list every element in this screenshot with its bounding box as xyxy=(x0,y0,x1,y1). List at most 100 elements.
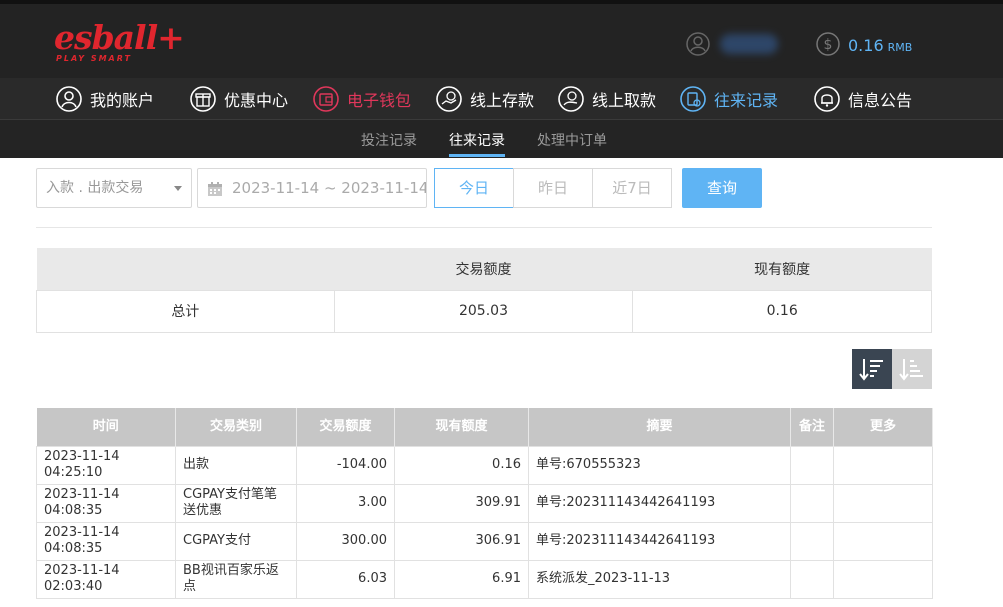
nav-label: 往来记录 xyxy=(714,91,779,110)
cell-balance: 6.91 xyxy=(394,559,529,599)
cell-summary: 单号:202311143442641193 xyxy=(528,483,791,523)
date-range-value: 2023-11-14 ~ 2023-11-14 xyxy=(232,179,427,197)
nav-label: 信息公告 xyxy=(848,91,913,110)
cell-type: BB视讯百家乐返点 xyxy=(175,559,297,599)
user-icon xyxy=(56,86,82,112)
cell-amount: 300.00 xyxy=(296,521,395,561)
table-row: 2023-11-14 04:25:10 出款 -104.00 0.16 单号:6… xyxy=(36,445,933,485)
bell-icon xyxy=(814,86,840,112)
summary-total-amount: 205.03 xyxy=(333,289,634,333)
gift-icon xyxy=(190,86,216,112)
summary-header-balance: 现有额度 xyxy=(632,248,932,290)
col-header-remark[interactable]: 备注 xyxy=(790,408,834,446)
balance-unit: RMB xyxy=(887,41,913,54)
divider xyxy=(36,227,932,228)
cell-summary: 系统派发_2023-11-13 xyxy=(528,559,791,599)
cell-summary: 单号:202311143442641193 xyxy=(528,521,791,561)
cell-more[interactable] xyxy=(833,559,933,599)
cell-remark xyxy=(790,559,834,599)
cell-time: 2023-11-14 04:25:10 xyxy=(36,445,176,485)
cell-balance: 306.91 xyxy=(394,521,529,561)
records-header-row: 时间 交易类别 交易额度 现有额度 摘要 备注 更多 xyxy=(36,408,933,446)
cell-balance: 0.16 xyxy=(394,445,529,485)
cell-amount: 3.00 xyxy=(296,483,395,523)
top-header: esball+ PLAY SMART $ 0.16 RMB xyxy=(0,0,1003,78)
cell-remark xyxy=(790,483,834,523)
today-button[interactable]: 今日 xyxy=(434,168,514,208)
col-header-amount[interactable]: 交易额度 xyxy=(296,408,395,446)
active-tab-indicator xyxy=(449,154,505,157)
cell-time: 2023-11-14 02:03:40 xyxy=(36,559,176,599)
col-header-time[interactable]: 时间 xyxy=(36,408,176,446)
cell-type: CGPAY支付笔笔送优惠 xyxy=(175,483,297,523)
sort-ascending-button[interactable] xyxy=(892,349,932,389)
esball-logo[interactable]: esball+ PLAY SMART xyxy=(54,18,185,68)
cell-type: 出款 xyxy=(175,445,297,485)
cell-amount: 6.03 xyxy=(296,559,395,599)
sort-descending-button[interactable] xyxy=(852,349,892,389)
logo-tagline: PLAY SMART xyxy=(56,54,132,63)
wallet-icon xyxy=(313,86,339,112)
nav-my-account[interactable]: 我的账户 xyxy=(56,84,154,114)
last-7-days-button[interactable]: 近7日 xyxy=(592,168,672,208)
cell-type: CGPAY支付 xyxy=(175,521,297,561)
cell-balance: 309.91 xyxy=(394,483,529,523)
sort-toggle xyxy=(852,349,932,389)
nav-announcements[interactable]: 信息公告 xyxy=(814,84,912,114)
nav-label: 我的账户 xyxy=(90,91,155,110)
nav-online-deposit[interactable]: 线上存款 xyxy=(436,84,534,114)
nav-label: 线上存款 xyxy=(470,91,535,110)
summary-total-label: 总计 xyxy=(36,289,335,333)
cell-more[interactable] xyxy=(833,483,933,523)
transaction-type-select[interactable]: 入款 . 出款交易 xyxy=(36,168,192,208)
col-header-balance[interactable]: 现有额度 xyxy=(394,408,529,446)
summary-total-row: 总计 205.03 0.16 xyxy=(36,289,932,333)
col-header-type[interactable]: 交易类别 xyxy=(175,408,297,446)
nav-promotions[interactable]: 优惠中心 xyxy=(190,84,288,114)
svg-text:$: $ xyxy=(824,37,833,53)
summary-header-amount: 交易额度 xyxy=(334,248,633,290)
col-header-summary[interactable]: 摘要 xyxy=(528,408,791,446)
cell-remark xyxy=(790,445,834,485)
summary-table: 交易额度 现有额度 总计 205.03 0.16 xyxy=(36,248,932,333)
nav-e-wallet[interactable]: 电子钱包 xyxy=(313,84,411,114)
col-header-more[interactable]: 更多 xyxy=(833,408,933,446)
yesterday-button[interactable]: 昨日 xyxy=(513,168,593,208)
cell-time: 2023-11-14 04:08:35 xyxy=(36,483,176,523)
tab-pending-orders[interactable]: 处理中订单 xyxy=(537,130,607,150)
transaction-records-table: 时间 交易类别 交易额度 现有额度 摘要 备注 更多 2023-11-14 04… xyxy=(36,408,933,599)
summary-total-balance: 0.16 xyxy=(632,289,932,333)
deposit-icon xyxy=(436,86,462,112)
nav-online-withdraw[interactable]: 线上取款 xyxy=(558,84,656,114)
caret-down-icon xyxy=(174,186,182,191)
user-account-area[interactable] xyxy=(686,30,778,58)
sort-ascending-icon xyxy=(899,359,923,381)
cell-amount: -104.00 xyxy=(296,445,395,485)
table-row: 2023-11-14 04:08:35 CGPAY支付笔笔送优惠 3.00 30… xyxy=(36,483,933,523)
table-row: 2023-11-14 02:03:40 BB视讯百家乐返点 6.03 6.91 … xyxy=(36,559,933,599)
summary-header-row: 交易额度 现有额度 xyxy=(36,248,932,290)
nav-label: 电子钱包 xyxy=(347,91,412,110)
table-row: 2023-11-14 04:08:35 CGPAY支付 300.00 306.9… xyxy=(36,521,933,561)
balance-value: 0.16 xyxy=(848,36,884,55)
tab-transaction-records[interactable]: 往来记录 xyxy=(449,130,505,150)
nav-label: 优惠中心 xyxy=(224,91,289,110)
summary-header-empty xyxy=(36,248,335,290)
balance-display: 0.16 RMB xyxy=(848,36,912,55)
sub-navigation: 投注记录 往来记录 处理中订单 xyxy=(0,120,1003,158)
nav-label: 线上取款 xyxy=(592,91,657,110)
cell-summary: 单号:670555323 xyxy=(528,445,791,485)
cell-time: 2023-11-14 04:08:35 xyxy=(36,521,176,561)
cell-more[interactable] xyxy=(833,521,933,561)
withdraw-icon xyxy=(558,86,584,112)
calendar-icon xyxy=(208,182,222,196)
user-avatar-icon xyxy=(686,32,710,56)
dollar-coin-icon: $ xyxy=(816,32,840,56)
cell-more[interactable] xyxy=(833,445,933,485)
nav-transaction-records[interactable]: 往来记录 xyxy=(680,84,778,114)
sort-descending-icon xyxy=(859,359,883,381)
tab-bet-records[interactable]: 投注记录 xyxy=(361,130,417,150)
date-range-input[interactable]: 2023-11-14 ~ 2023-11-14 xyxy=(197,168,427,208)
main-navigation: 我的账户 优惠中心 电子钱包 线上存款 线上取款 往来记录 信息公告 xyxy=(0,78,1003,120)
query-button[interactable]: 查询 xyxy=(682,168,762,208)
